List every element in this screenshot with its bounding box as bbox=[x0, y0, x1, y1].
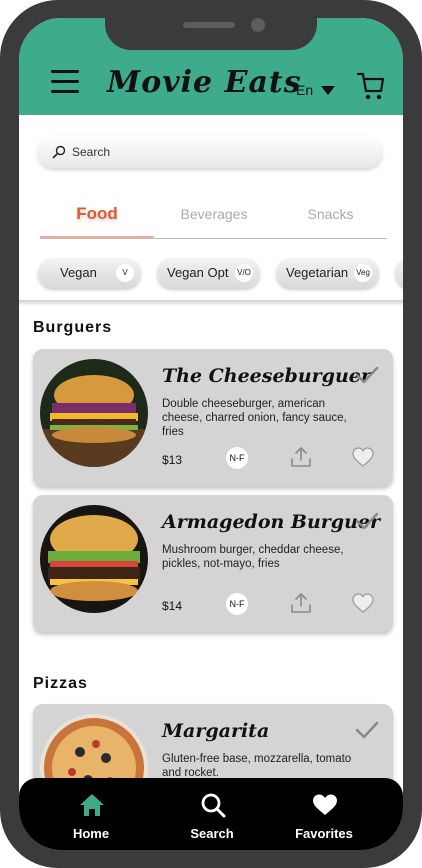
menu-icon-bar bbox=[51, 70, 79, 73]
active-tab-indicator bbox=[40, 236, 154, 238]
tab-beverages[interactable]: Beverages bbox=[154, 198, 274, 238]
menu-item-card[interactable]: The Cheeseburguer Double cheeseburger, a… bbox=[33, 349, 393, 486]
share-icon[interactable] bbox=[290, 446, 312, 468]
search-bar[interactable] bbox=[38, 136, 382, 168]
item-description: Gluten-free base, mozzarella, tomato and… bbox=[162, 753, 352, 779]
nav-search[interactable]: Search bbox=[162, 778, 262, 850]
chevron-down-icon bbox=[321, 85, 336, 95]
diet-filter-chips: Vegan V Vegan Opt V/O Vegetarian Veg bbox=[19, 258, 403, 302]
menu-button[interactable] bbox=[51, 70, 79, 94]
item-name: Armagedon Burguer bbox=[162, 511, 381, 533]
item-description: Double cheeseburger, american cheese, ch… bbox=[162, 398, 347, 438]
heart-icon[interactable] bbox=[351, 446, 375, 468]
chip-badge: V bbox=[116, 264, 134, 282]
tab-food[interactable]: Food bbox=[40, 198, 154, 238]
camera bbox=[251, 18, 265, 32]
device-notch bbox=[105, 18, 317, 50]
armagedon-burger-image bbox=[40, 505, 148, 613]
language-selector[interactable]: En bbox=[296, 80, 336, 100]
item-description: Mushroom burger, cheddar cheese, pickles… bbox=[162, 544, 344, 570]
language-label: En bbox=[296, 82, 314, 98]
shopping-cart-icon[interactable] bbox=[357, 71, 385, 101]
phone-frame: Movie Eats En Food Beverages bbox=[0, 0, 422, 868]
speaker bbox=[183, 22, 235, 28]
heart-icon[interactable] bbox=[351, 592, 375, 614]
chip-badge: V/O bbox=[235, 264, 253, 282]
app-screen: Movie Eats En Food Beverages bbox=[19, 18, 403, 850]
category-tabs: Food Beverages Snacks bbox=[40, 198, 387, 239]
search-input[interactable] bbox=[70, 144, 354, 160]
nut-free-badge: N-F bbox=[226, 593, 248, 615]
item-price: $13 bbox=[162, 453, 183, 467]
app-logo: Movie Eats bbox=[107, 65, 302, 100]
check-icon[interactable] bbox=[355, 511, 379, 531]
filter-chip-vegan[interactable]: Vegan V bbox=[38, 258, 141, 288]
nut-free-badge: N-F bbox=[226, 447, 248, 469]
home-icon bbox=[80, 794, 104, 816]
item-price: $14 bbox=[162, 599, 183, 613]
nav-label: Favorites bbox=[295, 826, 353, 841]
heart-icon bbox=[313, 794, 337, 815]
search-icon bbox=[201, 793, 226, 818]
filter-chip-vegan-opt[interactable]: Vegan Opt V/O bbox=[157, 258, 260, 288]
chip-label: Vegan bbox=[60, 265, 97, 280]
section-title-burguers: Burguers bbox=[33, 319, 113, 336]
section-title-pizzas: Pizzas bbox=[33, 675, 88, 692]
filter-chip-partial[interactable] bbox=[395, 258, 403, 288]
search-icon bbox=[52, 145, 66, 159]
item-name: Margarita bbox=[162, 720, 270, 742]
nav-label: Search bbox=[190, 826, 234, 841]
filters-divider bbox=[19, 300, 403, 306]
nav-label: Home bbox=[72, 826, 110, 841]
item-name: The Cheeseburguer bbox=[162, 365, 371, 387]
chip-label: Vegan Opt bbox=[167, 265, 229, 280]
tab-snacks[interactable]: Snacks bbox=[274, 198, 387, 238]
menu-item-card[interactable]: Armagedon Burguer Mushroom burger, chedd… bbox=[33, 495, 393, 632]
chip-label: Vegetarian bbox=[286, 265, 349, 280]
check-icon[interactable] bbox=[355, 365, 379, 385]
menu-icon-bar bbox=[51, 80, 79, 83]
share-icon[interactable] bbox=[290, 592, 312, 614]
cheeseburger-image bbox=[40, 359, 148, 467]
bottom-navigation: Home Search Favorites bbox=[19, 778, 403, 850]
nav-favorites[interactable]: Favorites bbox=[274, 778, 374, 850]
check-icon[interactable] bbox=[355, 720, 379, 740]
filter-chip-vegetarian[interactable]: Vegetarian Veg bbox=[276, 258, 379, 288]
menu-icon-bar bbox=[51, 90, 79, 93]
nav-home[interactable]: Home bbox=[41, 778, 141, 850]
chip-badge: Veg bbox=[354, 264, 372, 282]
